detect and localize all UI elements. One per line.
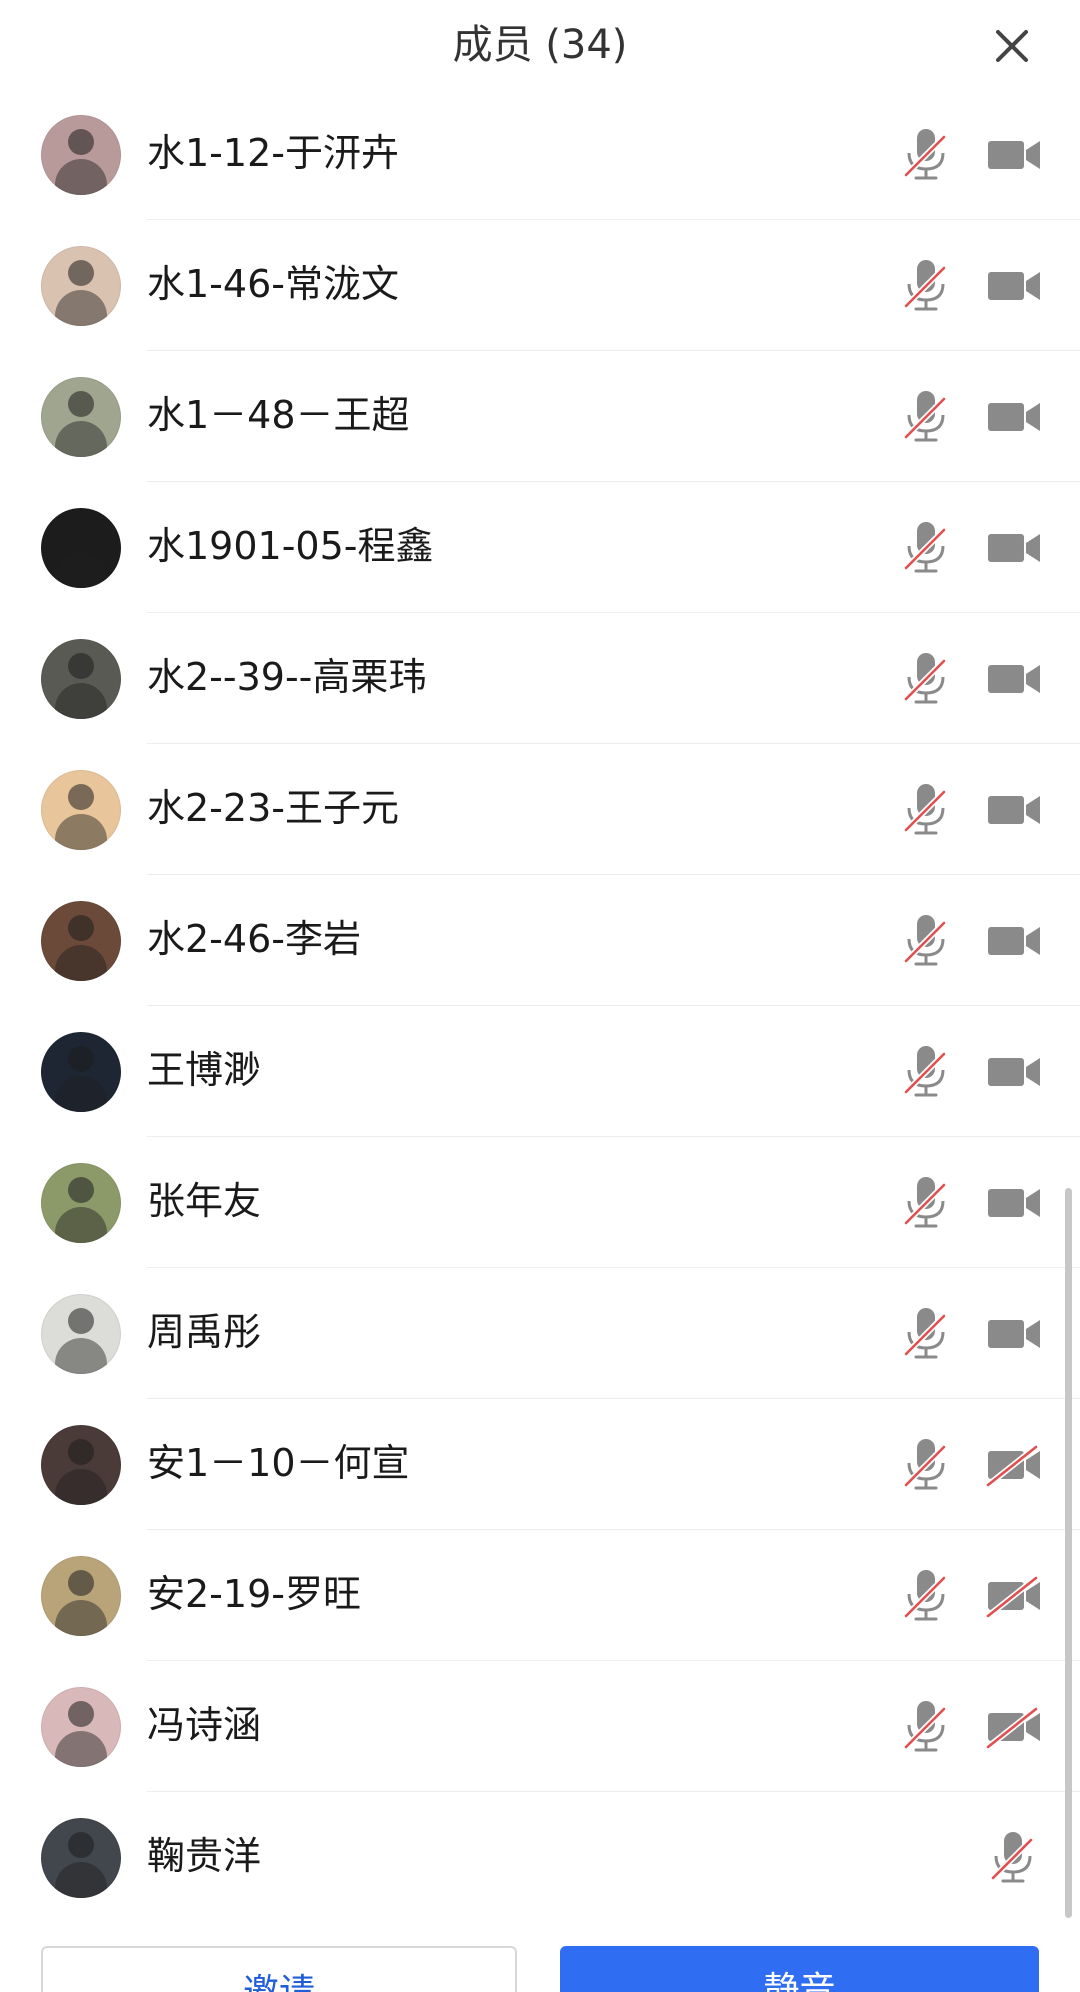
microphone-muted-icon[interactable]	[898, 1304, 954, 1364]
member-name: 冯诗涵	[147, 1703, 262, 1747]
member-name: 安1－10－何宣	[147, 1441, 410, 1485]
avatar	[41, 1425, 121, 1505]
member-row[interactable]: 水2-23-王子元	[0, 744, 1080, 875]
member-row[interactable]: 张年友	[0, 1137, 1080, 1268]
avatar	[41, 1294, 121, 1374]
members-screen: 成员 (34) 水1-12-于汧卉 水1-46-常泷文 水1－48－王超 水19…	[0, 0, 1080, 1992]
footer-actions: 邀请 静音	[0, 1928, 1080, 1992]
microphone-muted-icon[interactable]	[898, 1566, 954, 1626]
microphone-muted-icon[interactable]	[898, 518, 954, 578]
video-camera-icon[interactable]	[984, 788, 1044, 832]
member-row[interactable]: 安2-19-罗旺	[0, 1530, 1080, 1661]
member-row[interactable]: 周禹彤	[0, 1268, 1080, 1399]
member-row[interactable]: 冯诗涵	[0, 1661, 1080, 1792]
member-list: 水1-12-于汧卉 水1-46-常泷文 水1－48－王超 水1901-05-程鑫…	[0, 89, 1080, 1923]
member-name: 水1-12-于汧卉	[147, 131, 399, 175]
scrollbar[interactable]	[1065, 1188, 1072, 1918]
member-row[interactable]: 水2--39--高栗玮	[0, 613, 1080, 744]
member-name: 王博渺	[147, 1048, 262, 1092]
video-camera-icon[interactable]	[984, 1312, 1044, 1356]
members-header: 成员 (34)	[0, 0, 1080, 92]
member-row[interactable]: 安1－10－何宣	[0, 1399, 1080, 1530]
mute-all-button[interactable]: 静音	[560, 1946, 1039, 1992]
member-name: 张年友	[147, 1179, 262, 1223]
member-name: 周禹彤	[147, 1310, 262, 1354]
avatar	[41, 377, 121, 457]
avatar	[41, 1556, 121, 1636]
member-name: 水2-46-李岩	[147, 917, 361, 961]
member-name: 水1－48－王超	[147, 393, 410, 437]
page-title: 成员 (34)	[452, 22, 628, 68]
member-row[interactable]: 鞠贵洋	[0, 1792, 1080, 1923]
video-camera-icon[interactable]	[984, 526, 1044, 570]
microphone-muted-icon[interactable]	[898, 1042, 954, 1102]
microphone-muted-icon[interactable]	[985, 1828, 1041, 1888]
member-row[interactable]: 水2-46-李岩	[0, 875, 1080, 1006]
avatar	[41, 1163, 121, 1243]
microphone-muted-icon[interactable]	[898, 1173, 954, 1233]
avatar	[41, 508, 121, 588]
close-button[interactable]	[984, 18, 1040, 74]
video-camera-icon[interactable]	[984, 657, 1044, 701]
invite-button[interactable]: 邀请	[41, 1946, 517, 1992]
member-name: 水1901-05-程鑫	[147, 524, 434, 568]
video-camera-off-icon[interactable]	[984, 1705, 1044, 1750]
microphone-muted-icon[interactable]	[898, 1697, 954, 1757]
avatar	[41, 1032, 121, 1112]
close-icon	[996, 30, 1028, 62]
video-camera-icon[interactable]	[984, 1050, 1044, 1094]
video-camera-icon[interactable]	[984, 264, 1044, 308]
member-row[interactable]: 王博渺	[0, 1006, 1080, 1137]
member-row[interactable]: 水1901-05-程鑫	[0, 482, 1080, 613]
microphone-muted-icon[interactable]	[898, 780, 954, 840]
member-name: 水2-23-王子元	[147, 786, 399, 830]
microphone-muted-icon[interactable]	[898, 387, 954, 447]
microphone-muted-icon[interactable]	[898, 1435, 954, 1495]
member-name: 安2-19-罗旺	[147, 1572, 361, 1616]
member-name: 鞠贵洋	[147, 1834, 262, 1878]
member-row[interactable]: 水1-12-于汧卉	[0, 89, 1080, 220]
avatar	[41, 1687, 121, 1767]
microphone-muted-icon[interactable]	[898, 911, 954, 971]
video-camera-off-icon[interactable]	[984, 1574, 1044, 1619]
avatar	[41, 770, 121, 850]
microphone-muted-icon[interactable]	[898, 256, 954, 316]
video-camera-icon[interactable]	[984, 1181, 1044, 1225]
member-name: 水2--39--高栗玮	[147, 655, 427, 699]
video-camera-icon[interactable]	[984, 395, 1044, 439]
member-name: 水1-46-常泷文	[147, 262, 399, 306]
avatar	[41, 246, 121, 326]
microphone-muted-icon[interactable]	[898, 649, 954, 709]
avatar	[41, 639, 121, 719]
microphone-muted-icon[interactable]	[898, 125, 954, 185]
video-camera-icon[interactable]	[984, 919, 1044, 963]
avatar	[41, 901, 121, 981]
video-camera-off-icon[interactable]	[984, 1443, 1044, 1488]
avatar	[41, 115, 121, 195]
video-camera-icon[interactable]	[984, 133, 1044, 177]
member-row[interactable]: 水1－48－王超	[0, 351, 1080, 482]
avatar	[41, 1818, 121, 1898]
member-row[interactable]: 水1-46-常泷文	[0, 220, 1080, 351]
